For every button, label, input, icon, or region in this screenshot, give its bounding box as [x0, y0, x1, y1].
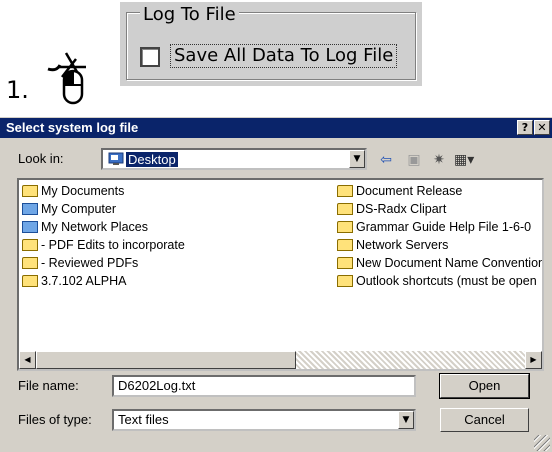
list-item-alpha[interactable]: 3.7.102 ALPHA: [22, 272, 330, 290]
folder-icon: [22, 239, 38, 251]
list-item-ds-radx-clipart[interactable]: DS-Radx Clipart: [337, 200, 542, 218]
look-in-value: Desktop: [126, 151, 178, 167]
back-arrow-icon[interactable]: ⇦: [376, 151, 396, 169]
log-group-label: Log To File: [140, 4, 239, 25]
step-number: 1.: [6, 76, 29, 104]
up-folder-icon[interactable]: ▣: [404, 151, 424, 169]
file-type-value: Text files: [118, 412, 169, 427]
views-menu-icon[interactable]: ▦▾: [454, 151, 474, 169]
look-in-dropdown[interactable]: Desktop ▼: [101, 148, 367, 170]
close-button[interactable]: ✕: [534, 120, 550, 135]
mouse-click-icon: [47, 52, 86, 105]
my-documents-icon: [22, 185, 38, 197]
list-item-network-servers[interactable]: Network Servers: [337, 236, 542, 254]
network-places-icon: [22, 221, 38, 233]
list-item-new-document-name[interactable]: New Document Name Convention: [337, 254, 542, 272]
list-item-my-network-places[interactable]: My Network Places: [22, 218, 330, 236]
file-list[interactable]: My Documents My Computer My Network Plac…: [17, 178, 544, 371]
list-item-reviewed-pdfs[interactable]: - Reviewed PDFs: [22, 254, 330, 272]
scroll-right-button[interactable]: ▶: [525, 351, 542, 369]
save-log-checkbox[interactable]: [140, 47, 160, 67]
file-name-input[interactable]: D6202Log.txt: [112, 375, 416, 397]
scroll-left-button[interactable]: ◀: [19, 351, 36, 369]
file-list-column-left: My Documents My Computer My Network Plac…: [22, 182, 330, 290]
help-button[interactable]: ?: [517, 120, 533, 135]
dialog-titlebar: Select system log file ? ✕: [0, 118, 552, 138]
desktop-icon: [108, 152, 124, 165]
resize-grip[interactable]: [534, 435, 550, 451]
folder-icon: [337, 257, 353, 269]
file-type-dropdown-arrow[interactable]: ▼: [398, 411, 414, 429]
scroll-thumb[interactable]: [36, 351, 296, 369]
folder-icon: [337, 203, 353, 215]
dialog-title: Select system log file: [6, 120, 139, 135]
folder-icon: [22, 275, 38, 287]
list-item-grammar-guide[interactable]: Grammar Guide Help File 1-6-0: [337, 218, 542, 236]
file-name-label: File name:: [18, 378, 79, 393]
list-item-pdf-edits[interactable]: - PDF Edits to incorporate: [22, 236, 330, 254]
list-item-outlook-shortcuts[interactable]: Outlook shortcuts (must be open: [337, 272, 542, 290]
file-type-label: Files of type:: [18, 412, 92, 427]
folder-icon: [337, 275, 353, 287]
open-button[interactable]: Open: [439, 373, 530, 399]
file-list-column-right: Document Release DS-Radx Clipart Grammar…: [337, 182, 542, 290]
list-item-document-release[interactable]: Document Release: [337, 182, 542, 200]
folder-icon: [337, 221, 353, 233]
my-computer-icon: [22, 203, 38, 215]
save-log-checkbox-label[interactable]: Save All Data To Log File: [170, 44, 398, 68]
look-in-label: Look in:: [18, 151, 64, 166]
folder-icon: [22, 257, 38, 269]
look-in-dropdown-arrow[interactable]: ▼: [349, 150, 365, 168]
new-folder-icon[interactable]: ✷: [429, 151, 449, 169]
folder-icon: [337, 239, 353, 251]
horizontal-scrollbar[interactable]: ◀ ▶: [19, 351, 542, 369]
cancel-button[interactable]: Cancel: [440, 408, 529, 432]
list-item-my-documents[interactable]: My Documents: [22, 182, 330, 200]
file-type-dropdown[interactable]: Text files ▼: [112, 409, 416, 431]
select-log-file-dialog: Select system log file ? ✕ Look in: Desk…: [0, 117, 552, 452]
look-in-selection: Desktop: [106, 151, 182, 167]
list-item-my-computer[interactable]: My Computer: [22, 200, 330, 218]
folder-icon: [337, 185, 353, 197]
